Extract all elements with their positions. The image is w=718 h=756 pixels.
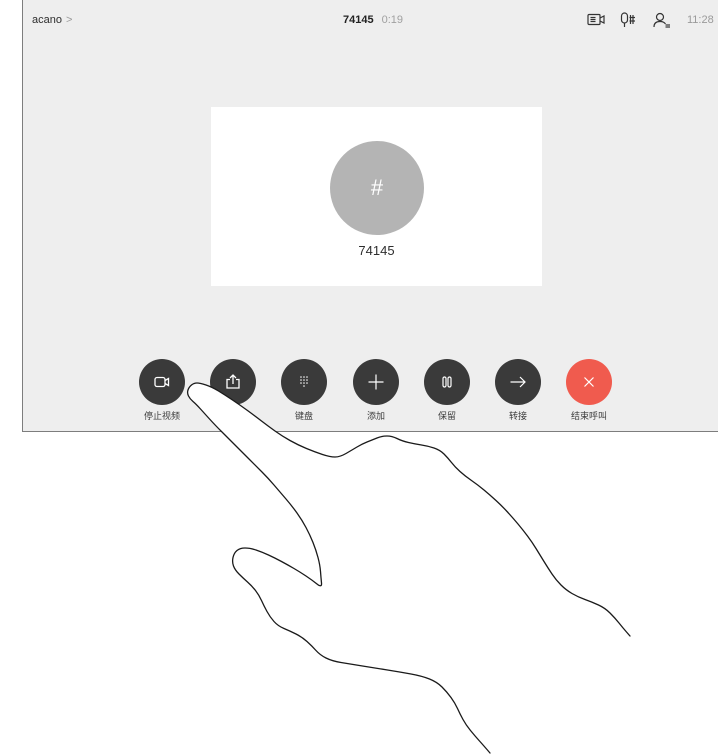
arrow-right-icon bbox=[510, 376, 526, 388]
hold-label: 保留 bbox=[437, 411, 456, 421]
hold-button[interactable] bbox=[424, 359, 470, 405]
close-icon bbox=[584, 377, 594, 387]
hold-control: 保留 bbox=[412, 359, 482, 422]
transfer-control: 转接 bbox=[483, 359, 553, 422]
microphone-icon[interactable] bbox=[620, 12, 637, 28]
self-view-icon[interactable] bbox=[587, 12, 606, 28]
call-info: 74145 0:19 bbox=[343, 13, 403, 27]
person-icon[interactable] bbox=[653, 12, 672, 28]
end-call-label: 结束呼叫 bbox=[570, 411, 607, 421]
call-number: 74145 bbox=[343, 14, 374, 26]
add-button[interactable] bbox=[353, 359, 399, 405]
participant-number: 74145 bbox=[358, 243, 395, 258]
stop-video-label: 停止视频 bbox=[143, 411, 180, 421]
share-icon bbox=[226, 374, 240, 389]
site-name: acano bbox=[32, 14, 62, 26]
add-label: 添加 bbox=[366, 411, 385, 421]
add-control: 添加 bbox=[341, 359, 411, 422]
share-control bbox=[198, 359, 268, 405]
avatar-symbol: # bbox=[370, 175, 384, 200]
avatar: # bbox=[330, 141, 424, 235]
end-call-control: 结束呼叫 bbox=[554, 359, 624, 422]
pause-icon bbox=[442, 376, 452, 388]
call-screen: acano > 74145 0:19 11:28 # 74145 停止视频 键盘… bbox=[22, 0, 718, 432]
keypad-button[interactable] bbox=[281, 359, 327, 405]
clock: 11:28 bbox=[687, 14, 714, 26]
plus-icon bbox=[368, 374, 384, 390]
participant-card: # 74145 bbox=[211, 107, 542, 286]
camera-icon bbox=[154, 376, 170, 388]
site-menu[interactable]: acano > bbox=[32, 13, 72, 27]
call-duration: 0:19 bbox=[381, 14, 404, 26]
transfer-label: 转接 bbox=[508, 411, 527, 421]
keypad-label: 键盘 bbox=[294, 411, 313, 421]
stop-video-control: 停止视频 bbox=[127, 359, 197, 422]
share-button[interactable] bbox=[210, 359, 256, 405]
hand-outline bbox=[186, 382, 631, 754]
touch-panel-illustration: acano > 74145 0:19 11:28 # 74145 停止视频 键盘… bbox=[0, 0, 718, 756]
hand-fill bbox=[187, 383, 630, 753]
end-call-button[interactable] bbox=[566, 359, 612, 405]
keypad-control: 键盘 bbox=[269, 359, 339, 422]
chevron-right-icon: > bbox=[65, 14, 73, 26]
stop-video-button[interactable] bbox=[139, 359, 185, 405]
keypad-icon bbox=[300, 376, 308, 387]
transfer-button[interactable] bbox=[495, 359, 541, 405]
